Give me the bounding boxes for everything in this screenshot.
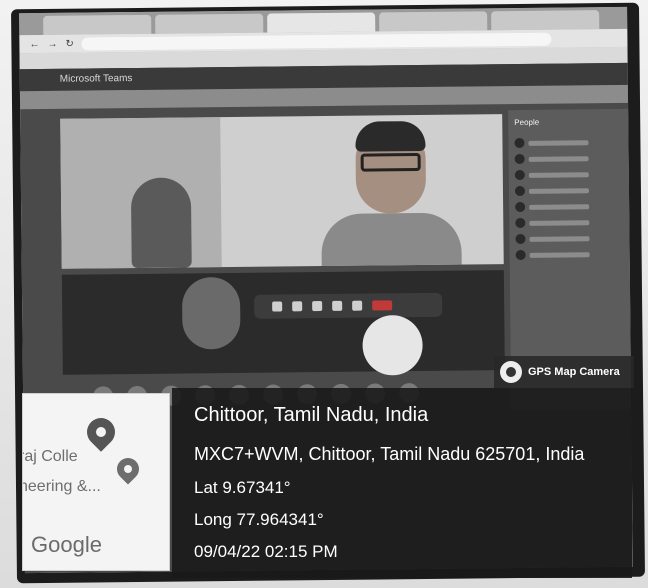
avatar — [514, 137, 525, 149]
browser-tab[interactable] — [155, 13, 264, 34]
location-title: Chittoor, Tamil Nadu, India — [194, 404, 429, 426]
browser-tab-active[interactable] — [267, 12, 376, 33]
participant-name — [529, 219, 590, 226]
forward-icon[interactable]: → — [47, 38, 57, 49]
browser-tab[interactable] — [379, 11, 488, 32]
latitude: Lat 9.67341° — [194, 478, 291, 497]
camera-icon[interactable] — [272, 301, 283, 312]
avatar — [514, 169, 525, 181]
gps-info-panel: Chittoor, Tamil Nadu, India MXC7+WVM, Ch… — [172, 388, 632, 578]
more-icon[interactable] — [332, 300, 343, 311]
avatar — [181, 276, 241, 350]
participant-name — [528, 139, 589, 146]
url-input[interactable] — [81, 32, 552, 51]
camera-icon — [500, 361, 522, 383]
people-row[interactable] — [509, 198, 629, 215]
people-row[interactable] — [509, 182, 629, 199]
map-label: raj Colle — [22, 448, 78, 465]
browser-tab[interactable] — [491, 10, 600, 31]
browser-tab[interactable] — [43, 14, 152, 35]
people-row[interactable] — [509, 166, 629, 183]
gps-badge-label: GPS Map Camera — [528, 366, 620, 378]
address-line: MXC7+WVM, Chittoor, Tamil Nadu 625701, I… — [194, 444, 585, 464]
people-title: People — [514, 117, 540, 128]
secondary-video-tile — [61, 270, 505, 375]
map-thumbnail: raj Colle neering &... Google — [22, 393, 170, 571]
call-controls — [254, 292, 443, 319]
participant-name — [528, 155, 589, 162]
participant-name — [529, 235, 590, 242]
avatar — [514, 153, 525, 165]
participant-body — [321, 212, 462, 269]
google-logo: Google — [31, 532, 102, 557]
avatar — [515, 249, 526, 261]
participant-name — [528, 187, 589, 194]
participant-name — [529, 251, 590, 258]
people-icon[interactable] — [352, 300, 363, 311]
people-row[interactable] — [509, 214, 629, 231]
people-row[interactable] — [510, 246, 630, 263]
map-pin-icon — [81, 412, 121, 452]
people-row[interactable] — [509, 150, 629, 167]
participant-hair — [355, 120, 426, 152]
avatar — [514, 185, 526, 197]
main-participant — [300, 120, 481, 269]
participant-name — [528, 171, 589, 178]
gps-map-camera-badge: GPS Map Camera — [494, 356, 634, 388]
glasses-icon — [360, 153, 421, 172]
people-row[interactable] — [508, 134, 628, 151]
background-person — [130, 177, 192, 269]
longitude: Long 77.964341° — [194, 510, 324, 529]
map-label: neering &... — [22, 478, 101, 495]
share-icon[interactable] — [312, 301, 323, 312]
main-video-tile — [60, 114, 504, 269]
map-pin-icon — [112, 453, 144, 485]
mic-icon[interactable] — [292, 301, 303, 312]
avatar — [515, 201, 526, 213]
back-icon[interactable]: ← — [29, 38, 39, 49]
avatar — [515, 233, 526, 245]
avatar — [515, 217, 526, 229]
participant-name — [529, 203, 590, 210]
hang-up-button[interactable] — [372, 300, 393, 311]
datetime: 09/04/22 02:15 PM — [194, 542, 338, 561]
reload-icon[interactable]: ↻ — [65, 38, 74, 49]
avatar-circle — [362, 314, 423, 376]
people-row[interactable] — [509, 230, 629, 247]
